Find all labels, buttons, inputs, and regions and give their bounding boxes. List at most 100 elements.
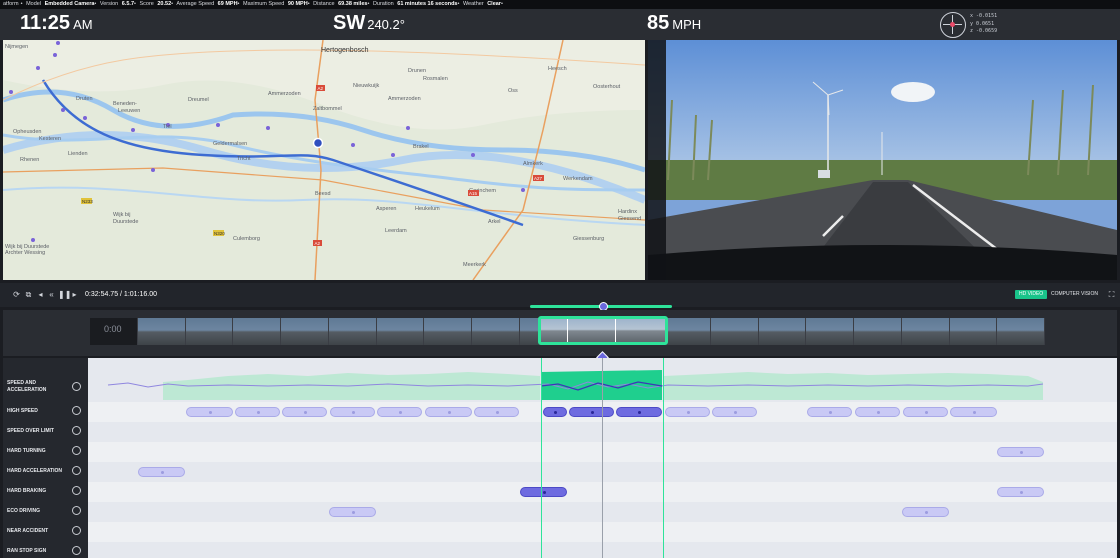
timecode: 0:32:54.75 / 1:01:16.00 <box>85 291 158 298</box>
svg-text:Zaltbommel: Zaltbommel <box>313 106 342 112</box>
weather-label: Weather <box>462 1 484 7</box>
row-label-hard-turning: HARD TURNING <box>3 446 88 455</box>
svg-text:Leerdam: Leerdam <box>385 228 407 234</box>
svg-text:Hardinx: Hardinx <box>618 209 637 215</box>
model-label: Model <box>26 1 42 7</box>
event-pill[interactable] <box>665 407 710 417</box>
pause-icon[interactable]: ❚❚ <box>58 290 71 299</box>
event-pill[interactable] <box>997 487 1044 497</box>
svg-text:Nijmegen: Nijmegen <box>5 44 28 50</box>
telemetry-header: 11:25 AM SW 240.2° 85 MPH x -0.0151 y 0.065… <box>0 9 1120 40</box>
svg-text:Kesteren: Kesteren <box>39 136 61 142</box>
dashcam-video[interactable] <box>648 40 1117 280</box>
row-label-hard-acceleration: HARD ACCELERATION <box>3 466 88 475</box>
svg-text:Drunen: Drunen <box>408 68 426 74</box>
row-label-text: HIGH SPEED <box>7 408 38 414</box>
svg-text:Rhenen: Rhenen <box>20 157 39 163</box>
svg-text:Meerkerk: Meerkerk <box>463 262 486 268</box>
svg-text:Archter Wessing: Archter Wessing <box>5 250 45 256</box>
version-label: Version <box>99 1 119 7</box>
row-label-high-speed: HIGH SPEED <box>3 406 88 415</box>
hd-video-button[interactable]: HD VIDEO <box>1015 290 1048 299</box>
score-label: Score <box>139 1 154 7</box>
speed-limit-icon <box>72 426 81 435</box>
svg-text:Ammerzoden: Ammerzoden <box>388 96 421 102</box>
warning-icon <box>72 526 81 535</box>
svg-text:Duurstede: Duurstede <box>113 219 138 225</box>
car-icon <box>72 486 81 495</box>
clip-icon[interactable]: ⧉ <box>24 290 33 299</box>
event-pill[interactable] <box>377 407 422 417</box>
max-speed-value: 90 MPH <box>287 1 308 7</box>
row-label-ran-stop-sign: RAN STOP SIGN <box>3 546 88 555</box>
svg-text:Heesch: Heesch <box>548 66 567 72</box>
heading-direction: SW <box>333 12 366 34</box>
turn-icon <box>72 446 81 455</box>
event-pill[interactable] <box>902 507 949 517</box>
map-canvas[interactable]: Nijmegen Hertogenbosch Rosmalen Druten Bene… <box>3 40 645 280</box>
duration-value: 61 minutes 16 seconds <box>397 1 458 7</box>
forward-icon[interactable]: ▸ <box>70 290 79 299</box>
svg-text:Brakel: Brakel <box>413 144 429 150</box>
svg-text:Lienden: Lienden <box>68 151 88 157</box>
svg-text:Leeuwen: Leeuwen <box>118 108 140 114</box>
svg-text:Dreumel: Dreumel <box>188 97 209 103</box>
event-pill[interactable] <box>903 407 948 417</box>
svg-text:Wijk bij: Wijk bij <box>113 212 130 218</box>
avg-speed-label: Average Speed <box>176 1 215 7</box>
route-map[interactable]: Nijmegen Hertogenbosch Rosmalen Druten Bene… <box>3 40 645 280</box>
event-pill[interactable] <box>997 447 1044 457</box>
event-pill[interactable] <box>330 407 375 417</box>
row-label-text: HARD BRAKING <box>7 488 47 494</box>
rewind-icon[interactable]: « <box>47 290 56 299</box>
distance-label: Distance <box>313 1 335 7</box>
svg-text:N320: N320 <box>214 231 225 236</box>
event-pill[interactable] <box>950 407 997 417</box>
svg-text:Nieuwkuijk: Nieuwkuijk <box>353 83 380 89</box>
duration-label: Duration <box>372 1 394 7</box>
fullscreen-icon[interactable]: ⛶ <box>1107 290 1116 299</box>
leaf-icon <box>72 506 81 515</box>
speed-readout: 85 MPH <box>647 12 701 35</box>
svg-text:Almkerk: Almkerk <box>523 161 543 167</box>
svg-text:Opheusden: Opheusden <box>13 129 41 135</box>
clock-ampm: AM <box>73 17 93 32</box>
event-pill[interactable] <box>329 507 376 517</box>
event-pill[interactable] <box>235 407 280 417</box>
platform-label: atform <box>3 1 19 7</box>
row-label-eco-driving: ECO DRIVING <box>3 506 88 515</box>
svg-text:Giessenburg: Giessenburg <box>573 236 604 242</box>
speed-unit: MPH <box>672 17 702 32</box>
event-pill[interactable] <box>474 407 519 417</box>
svg-text:Ammerzoden: Ammerzoden <box>268 91 301 97</box>
selection-window[interactable] <box>538 316 668 345</box>
computer-vision-button[interactable]: COMPUTER VISION <box>1047 290 1102 299</box>
event-pill[interactable] <box>186 407 233 417</box>
svg-text:A27: A27 <box>534 176 543 181</box>
avg-speed-value: 69 MPH <box>217 1 238 7</box>
event-pill[interactable] <box>712 407 757 417</box>
svg-text:Tricht: Tricht <box>237 156 251 162</box>
svg-text:Arkel: Arkel <box>488 219 501 225</box>
event-pill[interactable] <box>282 407 327 417</box>
svg-text:Asperen: Asperen <box>376 206 397 212</box>
loop-icon[interactable]: ⟳ <box>12 290 21 299</box>
clock: 11:25 AM <box>20 12 93 35</box>
svg-text:Tiel: Tiel <box>163 124 172 130</box>
event-pill[interactable] <box>855 407 900 417</box>
svg-text:Culemborg: Culemborg <box>233 236 260 242</box>
svg-text:Werkendam: Werkendam <box>563 176 593 182</box>
row-label-text: SPEED OVER LIMIT <box>7 428 54 434</box>
event-pill[interactable] <box>807 407 852 417</box>
svg-text:Oosterhout: Oosterhout <box>593 84 621 90</box>
skip-back-icon[interactable]: ◂ <box>36 290 45 299</box>
event-pill[interactable] <box>138 467 185 477</box>
svg-text:Oss: Oss <box>508 88 518 94</box>
weather-value: Clear <box>487 1 501 7</box>
svg-text:Beesd: Beesd <box>315 191 331 197</box>
max-speed-label: Maximum Speed <box>243 1 285 7</box>
timeline-labels: SPEED AND ACCELERATION HIGH SPEED SPEED … <box>3 358 88 558</box>
row-label-near-accident: NEAR ACCIDENT <box>3 526 88 535</box>
car-icon <box>72 406 81 415</box>
event-pill[interactable] <box>425 407 472 417</box>
